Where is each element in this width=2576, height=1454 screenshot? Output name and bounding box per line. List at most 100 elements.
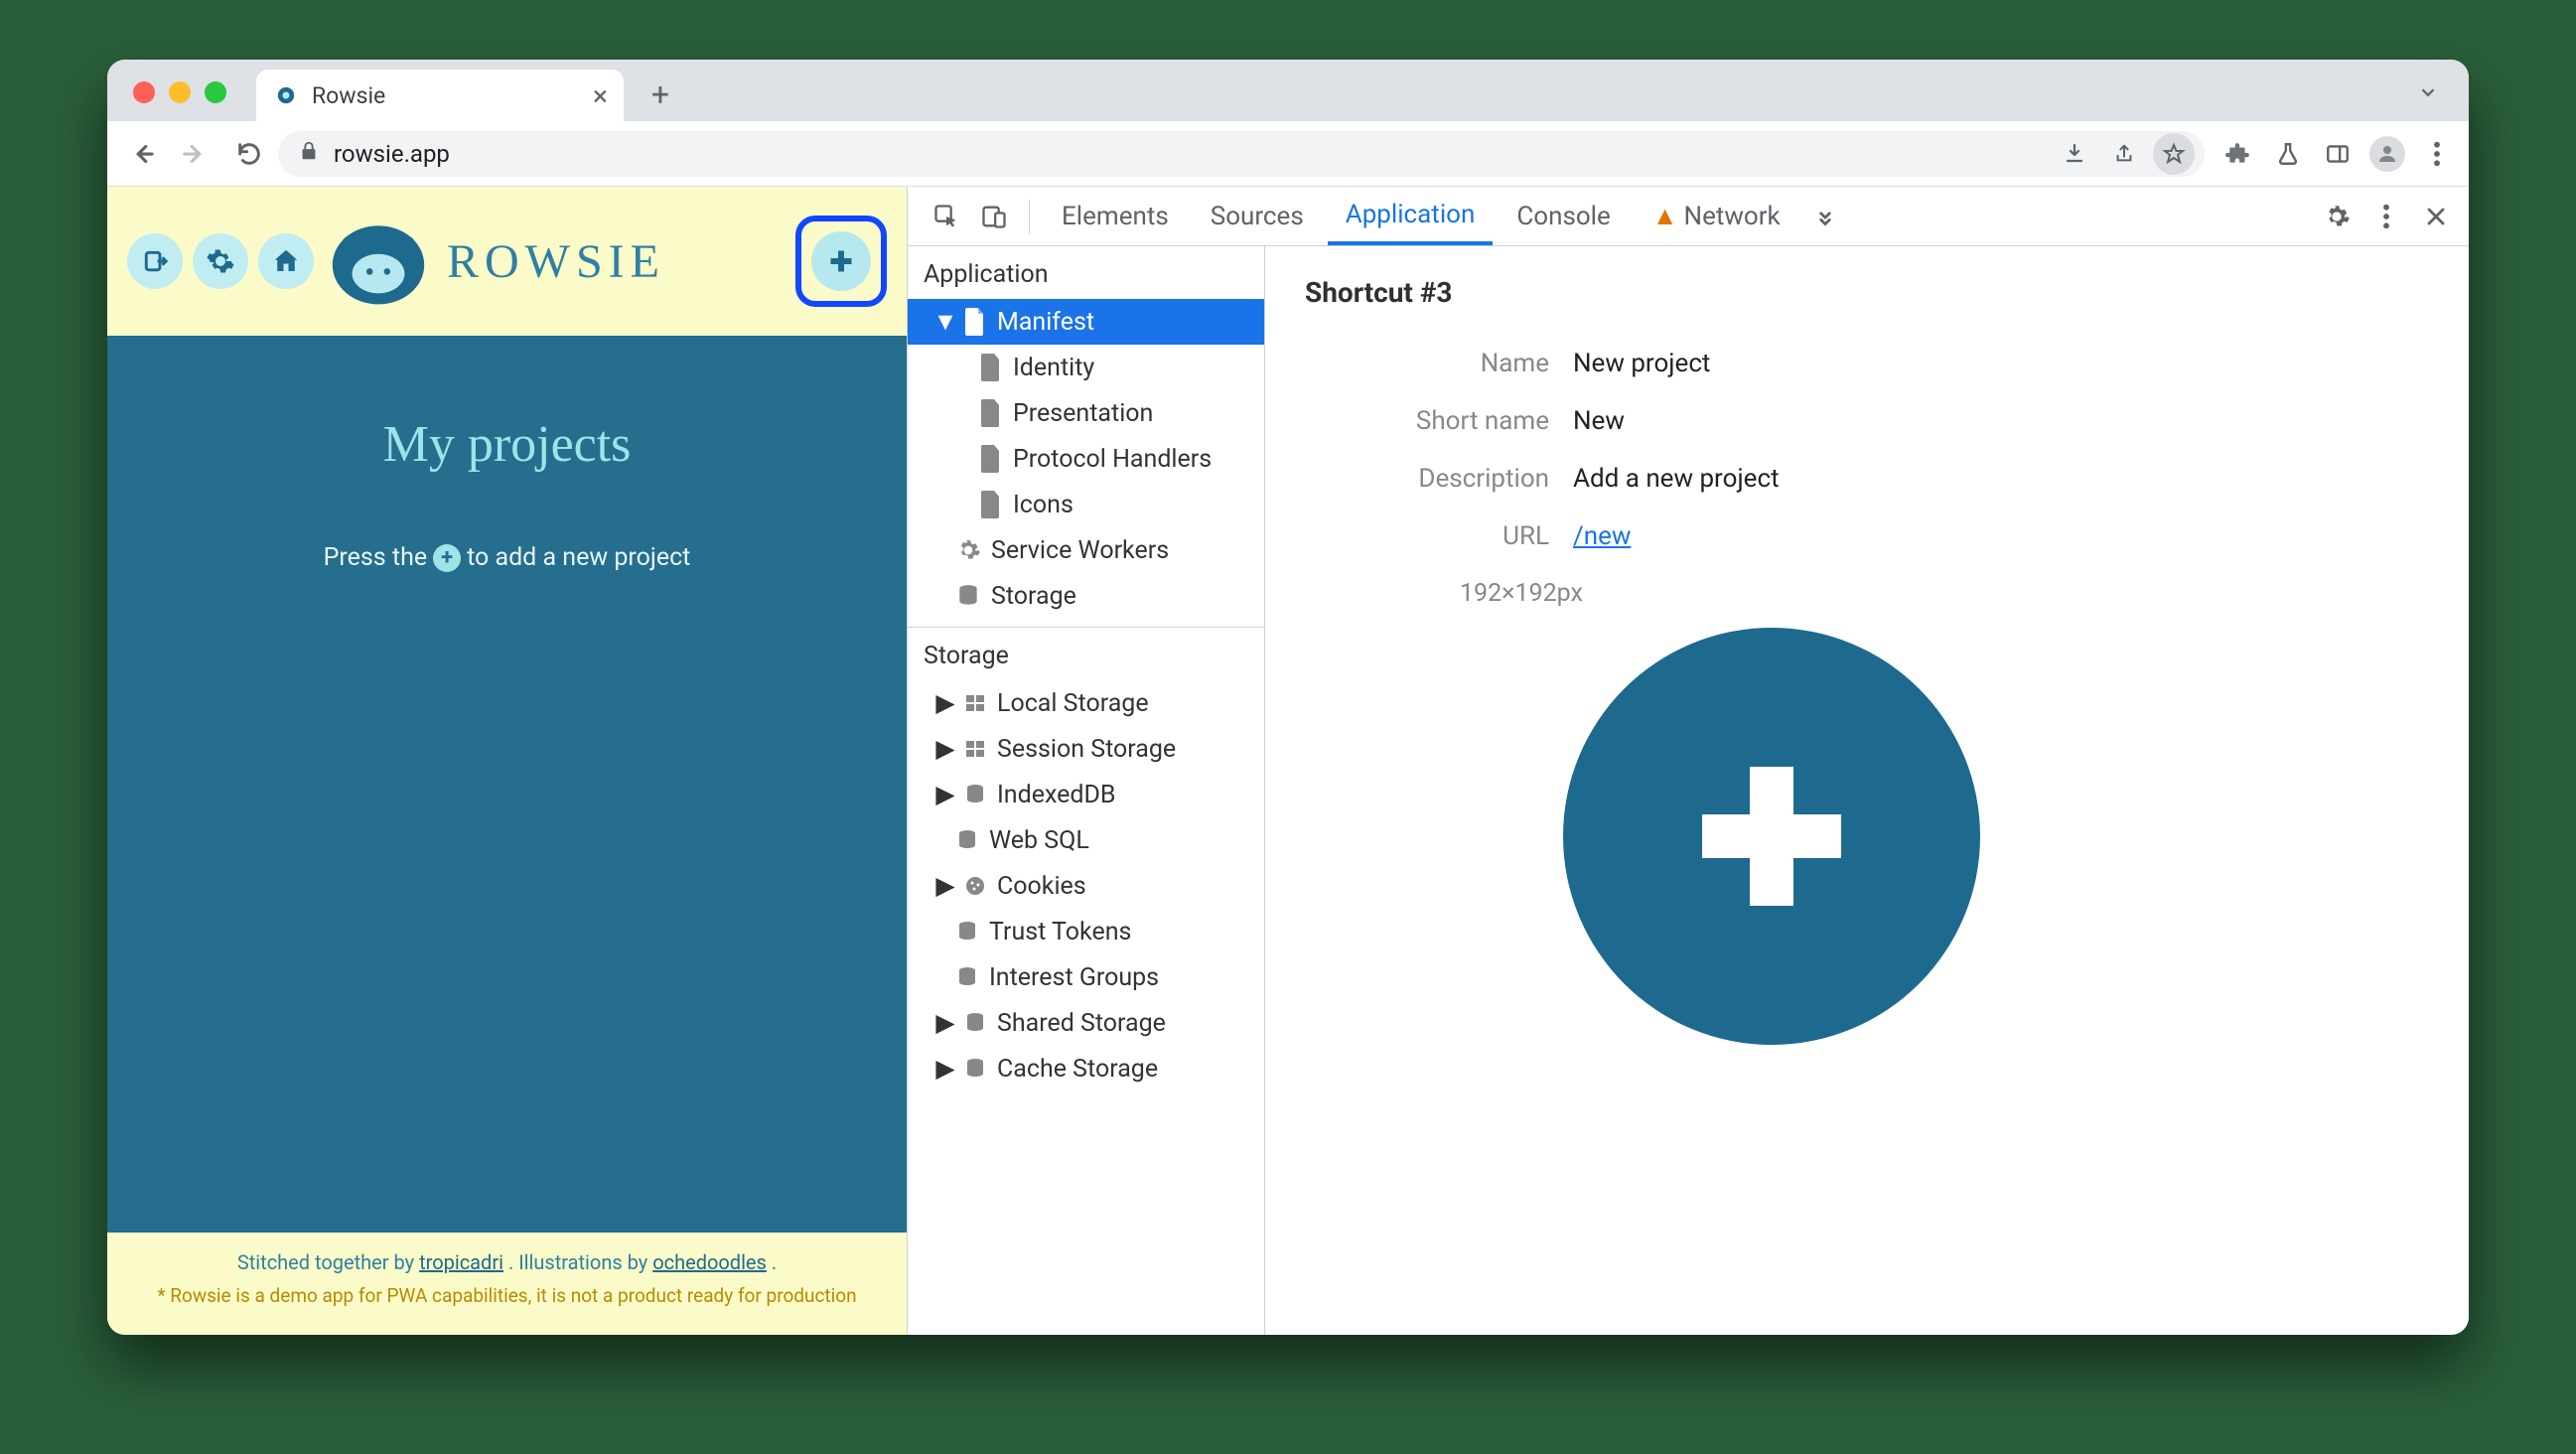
home-button[interactable] bbox=[258, 233, 314, 289]
sidebar-label: IndexedDB bbox=[997, 781, 1115, 809]
sidebar-label: Local Storage bbox=[997, 689, 1149, 718]
page-header: ROWSIE bbox=[107, 187, 907, 336]
url-input[interactable]: rowsie.app bbox=[278, 131, 2205, 177]
sidebar-item-storage-root[interactable]: Storage bbox=[908, 573, 1264, 619]
file-icon bbox=[979, 354, 1003, 381]
footer-author1-link[interactable]: tropicadri bbox=[419, 1250, 503, 1274]
file-icon bbox=[979, 445, 1003, 473]
devtools-tab-application[interactable]: Application bbox=[1328, 187, 1494, 245]
sidebar-item-protocol-handlers[interactable]: Protocol Handlers bbox=[908, 436, 1264, 482]
labs-button[interactable] bbox=[2266, 132, 2310, 176]
sidebar-label: Interest Groups bbox=[989, 963, 1159, 992]
sidebar-label: Manifest bbox=[997, 308, 1094, 337]
footer-suffix: . bbox=[772, 1250, 777, 1274]
cookie-icon bbox=[963, 874, 987, 898]
chevron-down-icon bbox=[2413, 77, 2443, 107]
sidebar-section-application: Application bbox=[908, 246, 1264, 299]
minimize-window-button[interactable] bbox=[169, 81, 191, 103]
sidebar-item-interest-groups[interactable]: Interest Groups bbox=[908, 954, 1264, 1000]
close-window-button[interactable] bbox=[133, 81, 155, 103]
maximize-window-button[interactable] bbox=[205, 81, 226, 103]
sidebar-item-local-storage[interactable]: ▶ Local Storage bbox=[908, 680, 1264, 726]
sidebar-label: Web SQL bbox=[989, 826, 1089, 855]
sidebar-label: Trust Tokens bbox=[989, 918, 1131, 946]
share-button[interactable] bbox=[2103, 133, 2145, 175]
sidebar-label: Cache Storage bbox=[997, 1055, 1158, 1084]
footer-prefix: Stitched together by bbox=[237, 1250, 419, 1274]
install-app-button[interactable] bbox=[2054, 133, 2095, 175]
forward-button bbox=[171, 130, 220, 178]
devtools-tab-elements[interactable]: Elements bbox=[1044, 187, 1187, 245]
footer-author2-link[interactable]: ochedoodles bbox=[652, 1250, 767, 1274]
detail-url-link[interactable]: /new bbox=[1573, 521, 1631, 551]
sidebar-label: Protocol Handlers bbox=[1013, 445, 1212, 474]
shortcut-icon-preview bbox=[1563, 628, 1980, 1045]
footer-mid: . Illustrations by bbox=[508, 1250, 652, 1274]
bookmark-button[interactable] bbox=[2153, 133, 2195, 175]
devtools-menu-button[interactable] bbox=[2365, 196, 2407, 237]
caret-right-icon: ▶ bbox=[937, 871, 953, 901]
sidebar-item-manifest[interactable]: ▼ Manifest bbox=[908, 299, 1264, 345]
tab-bar: Rowsie × + bbox=[107, 60, 2469, 121]
hint-suffix: to add a new project bbox=[467, 543, 690, 572]
caret-down-icon: ▼ bbox=[937, 308, 953, 337]
extensions-button[interactable] bbox=[2217, 132, 2260, 176]
sidepanel-button[interactable] bbox=[2316, 132, 2360, 176]
sidebar-label: Cookies bbox=[997, 872, 1086, 901]
sidebar-item-cookies[interactable]: ▶ Cookies bbox=[908, 863, 1264, 909]
tab-overflow[interactable] bbox=[2413, 77, 2443, 107]
sidebar-label: Presentation bbox=[1013, 399, 1153, 428]
detail-label: URL bbox=[1305, 521, 1573, 551]
database-icon bbox=[963, 783, 987, 806]
caret-right-icon: ▶ bbox=[937, 1054, 953, 1084]
devtools-close-button[interactable] bbox=[2415, 196, 2457, 237]
close-tab-button[interactable]: × bbox=[593, 79, 608, 112]
devtools-tab-network[interactable]: ▲ Network bbox=[1635, 187, 1798, 245]
favicon-icon bbox=[272, 81, 300, 109]
devtools-body: Application ▼ Manifest Identity Presenta… bbox=[908, 246, 2469, 1335]
detail-value: Add a new project bbox=[1573, 464, 1780, 494]
file-icon bbox=[963, 308, 987, 336]
profile-button[interactable] bbox=[2365, 132, 2409, 176]
detail-row-name: Name New project bbox=[1305, 349, 2429, 378]
sidebar-item-icons[interactable]: Icons bbox=[908, 482, 1264, 527]
devtools-settings-button[interactable] bbox=[2316, 196, 2358, 237]
new-tab-button[interactable]: + bbox=[645, 79, 675, 109]
window-controls bbox=[133, 81, 226, 103]
detail-row-shortname: Short name New bbox=[1305, 406, 2429, 436]
device-toolbar-button[interactable] bbox=[973, 196, 1015, 237]
toolbar-icons bbox=[2217, 132, 2459, 176]
devtools-tab-console[interactable]: Console bbox=[1499, 187, 1628, 245]
sidebar-item-identity[interactable]: Identity bbox=[908, 345, 1264, 390]
add-project-button[interactable] bbox=[811, 231, 871, 291]
app-wordmark: ROWSIE bbox=[447, 234, 665, 289]
browser-tab[interactable]: Rowsie × bbox=[256, 70, 624, 121]
settings-button[interactable] bbox=[193, 233, 248, 289]
database-icon bbox=[955, 920, 979, 944]
sidebar-item-websql[interactable]: Web SQL bbox=[908, 817, 1264, 863]
page-body: My projects Press the + to add a new pro… bbox=[107, 336, 907, 1233]
inspect-element-button[interactable] bbox=[926, 196, 967, 237]
reload-button[interactable] bbox=[224, 130, 274, 178]
sidebar-item-shared-storage[interactable]: ▶ Shared Storage bbox=[908, 1000, 1264, 1046]
export-button[interactable] bbox=[127, 233, 183, 289]
detail-title: Shortcut #3 bbox=[1305, 276, 2429, 309]
file-icon bbox=[979, 491, 1003, 518]
sidebar-label: Icons bbox=[1013, 491, 1073, 519]
sidebar-item-indexeddb[interactable]: ▶ IndexedDB bbox=[908, 772, 1264, 817]
sidebar-item-session-storage[interactable]: ▶ Session Storage bbox=[908, 726, 1264, 772]
browser-window: Rowsie × + rowsie.app bbox=[107, 60, 2469, 1335]
sidebar-item-cache-storage[interactable]: ▶ Cache Storage bbox=[908, 1046, 1264, 1091]
more-tabs-button[interactable] bbox=[1804, 196, 1846, 237]
lock-icon bbox=[298, 140, 320, 168]
menu-button[interactable] bbox=[2415, 132, 2459, 176]
caret-right-icon: ▶ bbox=[937, 734, 953, 764]
devtools-tab-sources[interactable]: Sources bbox=[1193, 187, 1322, 245]
devtools-panel: Elements Sources Application Console ▲ N… bbox=[908, 187, 2469, 1335]
sidebar-item-presentation[interactable]: Presentation bbox=[908, 390, 1264, 436]
back-button[interactable] bbox=[117, 130, 167, 178]
sidebar-label: Session Storage bbox=[997, 735, 1176, 764]
sidebar-item-trust-tokens[interactable]: Trust Tokens bbox=[908, 909, 1264, 954]
mascot-icon bbox=[324, 212, 433, 311]
sidebar-item-service-workers[interactable]: Service Workers bbox=[908, 527, 1264, 573]
